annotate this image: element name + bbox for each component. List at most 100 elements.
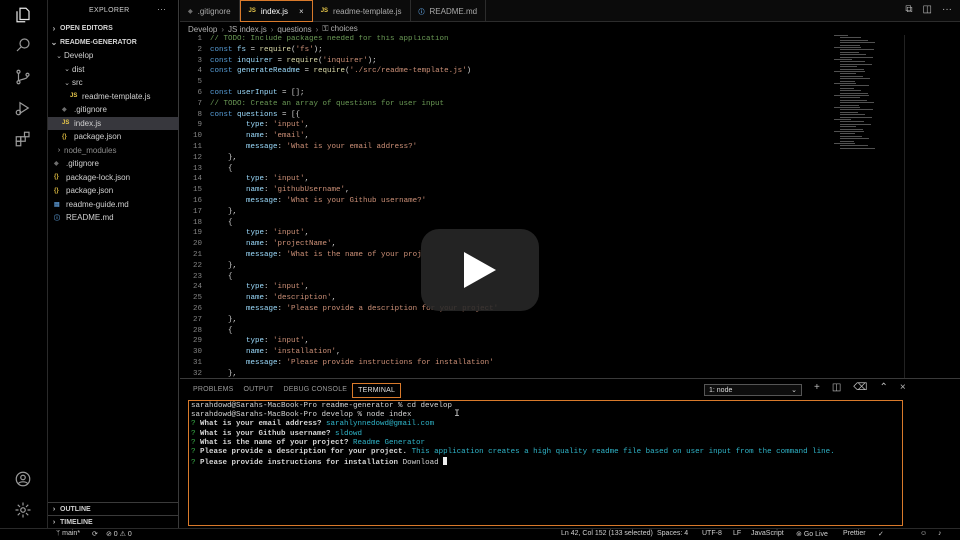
breadcrumb-item[interactable]: JS index.js <box>228 25 267 34</box>
terminal-text: ? <box>191 420 201 429</box>
maximize-panel-icon[interactable]: ⌃ <box>879 382 887 393</box>
code-line[interactable]: 22 }, <box>180 262 914 273</box>
account-icon[interactable] <box>12 468 34 490</box>
code-line[interactable]: 10 name: 'email', <box>180 132 914 143</box>
terminal[interactable]: sarahdowd@Sarahs-MacBook-Pro readme-gene… <box>188 400 903 526</box>
code-editor[interactable]: 1 // TODO: Include packages needed for th… <box>180 35 914 378</box>
open-editors-section[interactable]: › OPEN EDITORS <box>48 21 179 35</box>
code-line[interactable]: 4 const generateReadme = require('./src/r… <box>180 67 914 78</box>
code-line[interactable]: 16 message: 'What is your Github usernam… <box>180 197 914 208</box>
prettier-status[interactable]: Prettier <box>843 530 866 537</box>
code-line[interactable]: 12 }, <box>180 154 914 165</box>
breadcrumb-item[interactable]: Develop <box>188 25 217 34</box>
code-line[interactable]: 1 // TODO: Include packages needed for th… <box>180 35 914 46</box>
indentation[interactable]: Spaces: 4 <box>657 530 688 537</box>
minimap-line <box>840 54 866 56</box>
extensions-icon[interactable] <box>12 128 34 150</box>
timeline-section[interactable]: › TIMELINE <box>48 515 179 528</box>
file-tree-item[interactable]: {} package-lock.json <box>48 171 179 184</box>
code-line[interactable]: 18 { <box>180 219 914 230</box>
go-live-button[interactable]: ⊚ Go Live <box>796 530 828 538</box>
project-section[interactable]: ⌄ README-GENERATOR <box>48 35 179 49</box>
code-line[interactable]: 32 }, <box>180 370 914 378</box>
code-line[interactable]: 21 message: 'What is the name of your pr… <box>180 251 914 262</box>
code-line[interactable]: 5 <box>180 78 914 89</box>
file-tree-item[interactable]: › node_modules <box>48 144 179 157</box>
source-control-icon[interactable] <box>12 66 34 88</box>
code-line[interactable]: 15 name: 'githubUsername', <box>180 186 914 197</box>
code-line[interactable]: 3 const inquirer = require('inquirer'); <box>180 57 914 68</box>
split-editor-icon[interactable]: ◫ <box>923 4 932 15</box>
new-terminal-icon[interactable]: + <box>814 382 820 393</box>
tab-readme-template-js[interactable]: JS readme-template.js <box>313 0 411 22</box>
code-line[interactable]: 7 // TODO: Create an array of questions f… <box>180 100 914 111</box>
panel-tab-problems[interactable]: PROBLEMS <box>188 383 239 398</box>
bell-icon[interactable]: ♪ <box>938 530 942 537</box>
split-terminal-icon[interactable]: ◫ <box>832 382 841 393</box>
code-line[interactable]: 17 }, <box>180 208 914 219</box>
file-tree-item[interactable]: ⌄ src <box>48 76 179 89</box>
search-icon[interactable] <box>12 34 34 56</box>
code-line[interactable]: 25 name: 'description', <box>180 294 914 305</box>
line-ending[interactable]: LF <box>733 530 741 537</box>
breadcrumb-item[interactable]: ⚿ choices <box>322 24 357 34</box>
file-tree-item[interactable]: {} package.json <box>48 130 179 143</box>
code-line[interactable]: 27 }, <box>180 316 914 327</box>
code-line[interactable]: 14 type: 'input', <box>180 175 914 186</box>
file-tree-item[interactable]: ⓘ README.md <box>48 211 179 224</box>
branch-status[interactable]: ᛘ main* <box>56 530 80 537</box>
code-line[interactable]: 24 type: 'input', <box>180 283 914 294</box>
editor-scrollbar[interactable] <box>904 35 914 378</box>
problems-status[interactable]: ⊘ 0 ⚠ 0 <box>106 530 132 538</box>
minimap[interactable] <box>832 35 904 155</box>
run-debug-icon[interactable] <box>12 97 34 119</box>
code-line[interactable]: 11 message: 'What is your email address?… <box>180 143 914 154</box>
code-line[interactable]: 2 const fs = require('fs'); <box>180 46 914 57</box>
feedback-icon[interactable]: ☺ <box>920 530 927 537</box>
breadcrumb-item[interactable]: questions <box>277 25 311 34</box>
code-line[interactable]: 8 const questions = [{ <box>180 111 914 122</box>
language-mode[interactable]: JavaScript <box>751 530 784 537</box>
close-icon[interactable]: × <box>299 7 304 16</box>
code-line[interactable]: 20 name: 'projectName', <box>180 240 914 251</box>
file-tree-item[interactable]: ◆ .gitignore <box>48 157 179 170</box>
file-tree-item[interactable]: ◆ .gitignore <box>48 103 179 116</box>
tab-index-js[interactable]: JS index.js × <box>239 0 313 22</box>
code-token: // TODO: Create an array of questions fo… <box>210 99 445 108</box>
panel-tab-output[interactable]: OUTPUT <box>239 383 279 398</box>
code-line[interactable]: 6 const userInput = []; <box>180 89 914 100</box>
file-tree-item[interactable]: ▤ readme-guide.md <box>48 198 179 211</box>
explorer-icon[interactable] <box>12 4 34 26</box>
more-actions-icon[interactable]: ··· <box>157 4 166 14</box>
cursor-position[interactable]: Ln 42, Col 152 (133 selected) <box>561 530 653 537</box>
code-line[interactable]: 26 message: 'Please provide a descriptio… <box>180 305 914 316</box>
tab-gitignore[interactable]: ◆ .gitignore <box>180 0 240 22</box>
code-line[interactable]: 29 type: 'input', <box>180 337 914 348</box>
code-line[interactable]: 31 message: 'Please provide instructions… <box>180 359 914 370</box>
file-tree-item[interactable]: JS index.js <box>48 116 179 130</box>
open-changes-icon[interactable]: ⧉ <box>905 4 912 15</box>
panel-tab-debug-console[interactable]: DEBUG CONSOLE <box>278 383 352 398</box>
code-line[interactable]: 23 { <box>180 273 914 284</box>
settings-gear-icon[interactable] <box>12 499 34 521</box>
file-tree-item[interactable]: ⌄ Develop <box>48 49 179 62</box>
panel-tab-terminal[interactable]: TERMINAL <box>352 383 402 398</box>
code-line[interactable]: 13 { <box>180 165 914 176</box>
sync-icon[interactable]: ⟳ <box>92 530 98 538</box>
tab-readme-md[interactable]: ⓘ README.md <box>411 0 487 22</box>
outline-section[interactable]: › OUTLINE <box>48 502 179 515</box>
close-panel-icon[interactable]: × <box>900 382 906 393</box>
trash-icon[interactable]: ⌫ <box>853 382 867 393</box>
file-tree-item[interactable]: {} package.json <box>48 184 179 197</box>
code-line[interactable]: 30 name: 'installation', <box>180 348 914 359</box>
code-line[interactable]: 28 { <box>180 327 914 338</box>
more-actions-icon[interactable]: ··· <box>942 4 952 15</box>
terminal-select[interactable]: 1: node ⌄ <box>704 384 802 396</box>
video-play-button[interactable] <box>421 229 539 311</box>
file-tree-item[interactable]: JS readme-template.js <box>48 90 179 103</box>
file-tree-item[interactable]: ⌄ dist <box>48 63 179 76</box>
code-line[interactable]: 9 type: 'input', <box>180 121 914 132</box>
code-line[interactable]: 19 type: 'input', <box>180 229 914 240</box>
encoding[interactable]: UTF-8 <box>702 530 722 537</box>
